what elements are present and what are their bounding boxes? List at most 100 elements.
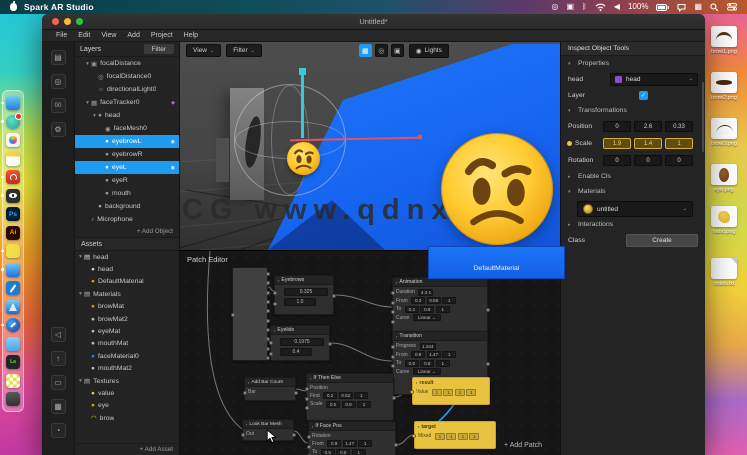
patch-port[interactable] <box>391 291 395 295</box>
patch-field[interactable]: 1 <box>435 305 450 313</box>
tree-item-Textures[interactable]: ▾ ▤ Textures <box>75 375 179 387</box>
patch-field[interactable]: 0.2 <box>323 392 338 399</box>
patch-node-target[interactable]: targetMixed1111 <box>412 421 496 449</box>
patch-field[interactable]: 4.3 s <box>418 288 434 296</box>
tree-item-eyeMat[interactable]: ● eyeMat <box>75 325 179 337</box>
dock-item-finder[interactable] <box>1 96 20 110</box>
patch-field[interactable]: 1 <box>442 351 457 358</box>
menu-edit[interactable]: Edit <box>78 32 90 39</box>
window-titlebar[interactable]: Untitled* <box>42 14 705 30</box>
patch-port[interactable] <box>273 302 277 306</box>
patch-port[interactable] <box>231 313 235 317</box>
dock-item-trash[interactable] <box>6 392 20 406</box>
expand-arrow-icon[interactable]: ▾ <box>84 100 91 106</box>
wifi-icon[interactable] <box>595 3 606 11</box>
patch-port[interactable] <box>412 434 416 438</box>
patch-field[interactable]: 0.9 <box>420 305 435 313</box>
dock-panel-icon[interactable]: ▭ <box>50 375 66 390</box>
patch-field[interactable]: 1 <box>434 432 445 440</box>
patch-field[interactable]: 1.47 <box>426 351 441 358</box>
patch-port[interactable] <box>307 435 311 439</box>
desktop-file-brow2.png[interactable]: brow2.png <box>701 72 747 101</box>
dock-item-shield[interactable] <box>1 170 20 184</box>
material-chip[interactable]: untitled ⌄ <box>577 201 693 217</box>
transform-rotation-x[interactable]: 0 <box>603 155 631 166</box>
patch-field[interactable]: 0.3 <box>411 297 426 304</box>
dock-item-whale[interactable] <box>1 262 20 277</box>
upload-icon[interactable]: ↑ <box>50 351 66 366</box>
panels-icon[interactable]: ▤ <box>50 50 66 65</box>
patch-port[interactable] <box>392 396 396 400</box>
add-patch-button[interactable]: + Add Patch <box>504 442 542 449</box>
tree-item-head[interactable]: ▾ ● head <box>75 109 179 122</box>
tree-item-directionalLight0[interactable]: ☼ directionalLight0 <box>75 83 179 96</box>
tree-item-brow[interactable]: ◠ brow <box>75 412 179 424</box>
orbit-view-toggle[interactable]: ◎ <box>374 44 388 57</box>
patch-port[interactable] <box>243 391 247 395</box>
patch-port[interactable] <box>269 341 273 345</box>
desktop-file-eye.png[interactable]: eye.png <box>701 164 747 193</box>
patch-port[interactable] <box>328 342 332 346</box>
patch-port[interactable] <box>305 396 309 401</box>
transform-scale-z[interactable]: 1 <box>665 138 693 149</box>
dock-item-notes[interactable] <box>6 151 20 166</box>
tree-item-eye[interactable]: ● eye <box>75 400 179 412</box>
dock-item-cone[interactable] <box>6 299 20 314</box>
dock-item-photos[interactable] <box>6 133 20 147</box>
tree-item-eyebrowL[interactable]: ● eyebrowL ◉ <box>75 135 179 148</box>
patch-port[interactable] <box>305 387 309 391</box>
section-enable[interactable]: ▸ Enable Cls <box>561 169 705 184</box>
patch-field[interactable]: Linear ⌄ <box>412 368 441 375</box>
patch-field[interactable]: 1 <box>431 388 442 396</box>
lights-button[interactable]: ◉ Lights <box>408 43 449 58</box>
badge-counter[interactable]: 00 <box>50 98 66 113</box>
tree-item-mouthMat2[interactable]: ● mouthMat2 <box>75 363 179 375</box>
patch-node-ifthen[interactable]: If Then ElsePositionFirst0.20.521Scale0.… <box>305 373 396 421</box>
patch-port[interactable] <box>266 272 270 276</box>
viewport-3d[interactable]: CG www.qdnxxfb View ⌄ Filter ⌄ ▦ ◎ ▣ ◉ L… <box>180 42 560 250</box>
transform-scale-y[interactable]: 1.4 <box>634 138 662 149</box>
dock-item-stickies[interactable] <box>1 244 20 258</box>
patch-field[interactable]: 1 <box>354 392 369 399</box>
clock-icon[interactable]: ◔ <box>50 423 66 438</box>
bluetooth-icon[interactable]: ᛒ <box>582 3 587 11</box>
menu-file[interactable]: File <box>56 32 67 39</box>
patch-field[interactable]: 1 <box>351 448 366 455</box>
patch-node-facetracker[interactable] <box>231 267 270 361</box>
view-dropdown[interactable]: View ⌄ <box>186 44 222 57</box>
patch-field[interactable]: 0.5 <box>326 400 341 408</box>
tree-item-eyebrowR[interactable]: ● eyebrowR <box>75 148 179 161</box>
grid-view-toggle[interactable]: ▦ <box>358 44 372 57</box>
patch-field[interactable]: 0.8 <box>420 359 435 367</box>
apple-menu-icon[interactable] <box>10 1 17 11</box>
object-dropdown[interactable]: head ⌄ <box>610 72 698 86</box>
menu-add[interactable]: Add <box>127 32 139 39</box>
patch-field[interactable]: 0.9 <box>320 448 335 455</box>
patch-field[interactable]: 1.0 <box>284 298 316 306</box>
patch-port[interactable] <box>266 290 270 295</box>
chat-icon[interactable] <box>677 3 686 12</box>
visibility-icon[interactable]: ◉ <box>171 165 175 171</box>
patch-field[interactable]: 1 <box>435 359 450 367</box>
control-center-icon[interactable] <box>727 3 737 11</box>
desktop-file-hand.png[interactable]: hand.png <box>701 206 747 235</box>
transform-position-y[interactable]: 2.6 <box>634 121 662 132</box>
section-materials[interactable]: ▾ Materials <box>561 184 705 199</box>
patch-field[interactable]: 1.344 <box>419 342 437 350</box>
battery-icon[interactable] <box>656 3 670 11</box>
record-icon[interactable]: ◎ <box>551 3 558 11</box>
patch-field[interactable]: 0.9 <box>327 440 342 447</box>
patch-port[interactable] <box>294 391 298 395</box>
patch-field[interactable]: 1 <box>357 400 372 408</box>
create-button[interactable]: Create <box>626 233 698 247</box>
patch-node-eyelids[interactable]: Eyelids 0.1975 0.4 <box>269 325 332 361</box>
patch-node-eyebrows[interactable]: Eyebrows 0.325 1.0 <box>273 275 336 315</box>
patch-node-result[interactable]: resultValue1111 <box>410 377 490 405</box>
dock-item-safari[interactable] <box>1 318 20 332</box>
desktop-file-brow3.png[interactable]: brow3.png <box>701 118 747 147</box>
patch-field[interactable]: 1 <box>446 432 457 440</box>
patch-field[interactable]: 1.47 <box>342 440 357 447</box>
tree-item-faceMesh0[interactable]: ◉ faceMesh0 <box>75 122 179 135</box>
tree-item-Microphone[interactable]: ♪ Microphone <box>75 213 179 226</box>
patch-field[interactable]: 0.9 <box>404 359 419 367</box>
